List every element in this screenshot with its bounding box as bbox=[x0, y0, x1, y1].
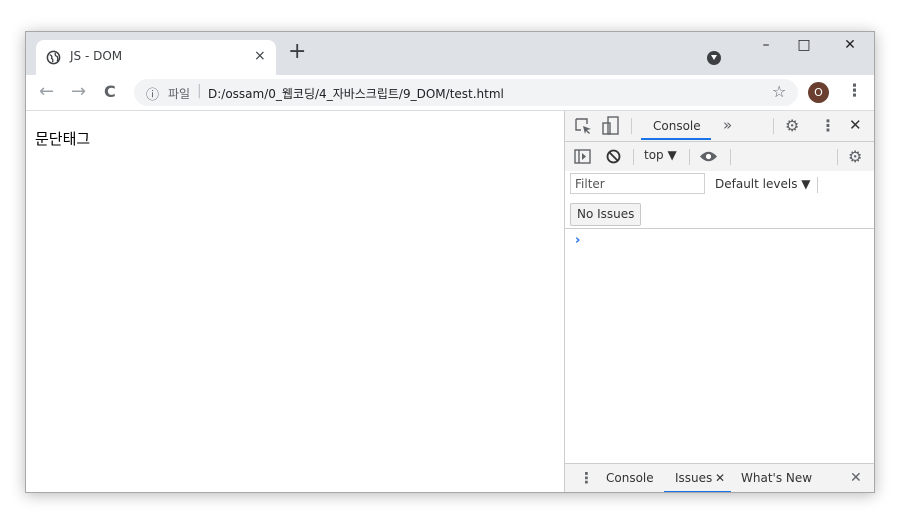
tab-js-dom[interactable]: JS - DOM × bbox=[36, 40, 276, 75]
new-tab-button[interactable]: + bbox=[288, 41, 306, 63]
divider bbox=[633, 149, 634, 165]
minimize-button[interactable]: – bbox=[756, 37, 776, 53]
tab-console[interactable]: Console bbox=[653, 119, 701, 133]
console-prompt-icon: › bbox=[575, 233, 581, 248]
divider bbox=[689, 149, 690, 165]
globe-icon bbox=[46, 50, 61, 65]
clear-console-icon[interactable] bbox=[606, 149, 621, 164]
divider bbox=[631, 118, 632, 134]
console-output[interactable]: › bbox=[565, 228, 874, 464]
no-issues-button[interactable]: No Issues bbox=[570, 203, 642, 226]
bookmark-star-icon[interactable]: ☆ bbox=[772, 82, 786, 101]
devtools-menu-icon[interactable]: ⋮ bbox=[820, 116, 836, 135]
reload-button[interactable]: C bbox=[104, 82, 116, 101]
inspect-icon[interactable] bbox=[575, 118, 592, 135]
scheme-separator: | bbox=[197, 83, 202, 99]
drawer-tab-issues-close-icon[interactable]: ✕ bbox=[715, 471, 725, 485]
divider bbox=[773, 118, 774, 134]
tab-strip: JS - DOM × + – □ ✕ bbox=[26, 32, 874, 75]
browser-window: JS - DOM × + – □ ✕ ← → C ⓘ 파일 | D:/ossam… bbox=[25, 31, 875, 493]
log-levels-dropdown[interactable]: Default levels ▼ bbox=[715, 177, 811, 191]
console-toolbar: top ▼ ⚙ bbox=[565, 142, 874, 171]
console-settings-gear-icon[interactable]: ⚙ bbox=[848, 147, 862, 166]
filter-input[interactable]: Filter bbox=[570, 173, 705, 194]
active-drawer-tab-indicator bbox=[664, 491, 731, 492]
close-drawer-icon[interactable]: ✕ bbox=[850, 470, 862, 486]
drawer-tab-whats-new[interactable]: What's New bbox=[741, 471, 812, 485]
devtools-drawer: ⋮ Console Issues ✕ What's New ✕ bbox=[565, 463, 874, 492]
context-selector[interactable]: top ▼ bbox=[644, 148, 677, 162]
page-viewport: 문단태그 bbox=[26, 111, 564, 492]
drawer-tab-issues[interactable]: Issues bbox=[675, 471, 712, 485]
address-bar[interactable]: ⓘ 파일 | D:/ossam/0_웹코딩/4_자바스크립트/9_DOM/tes… bbox=[134, 79, 798, 106]
browser-toolbar: ← → C ⓘ 파일 | D:/ossam/0_웹코딩/4_자바스크립트/9_D… bbox=[26, 75, 874, 111]
active-tab-indicator bbox=[641, 138, 711, 140]
browser-menu-icon[interactable]: ⋮ bbox=[846, 81, 863, 101]
sidebar-icon[interactable] bbox=[574, 149, 591, 164]
tab-search-icon[interactable] bbox=[707, 51, 721, 65]
scheme-label: 파일 bbox=[168, 87, 191, 101]
maximize-button[interactable]: □ bbox=[794, 37, 814, 53]
device-toolbar-icon[interactable] bbox=[602, 116, 620, 135]
close-window-button[interactable]: ✕ bbox=[840, 37, 860, 53]
back-button[interactable]: ← bbox=[39, 81, 54, 102]
url-text[interactable]: D:/ossam/0_웹코딩/4_자바스크립트/9_DOM/test.html bbox=[208, 85, 504, 102]
eye-icon[interactable] bbox=[699, 150, 718, 163]
divider bbox=[730, 149, 731, 165]
tab-close-icon[interactable]: × bbox=[254, 48, 266, 64]
divider bbox=[837, 149, 838, 165]
close-devtools-icon[interactable]: ✕ bbox=[849, 116, 862, 134]
drawer-tab-console[interactable]: Console bbox=[606, 471, 654, 485]
divider bbox=[817, 177, 818, 193]
devtools-tabbar: Console » ⚙ ⋮ ✕ bbox=[565, 111, 874, 142]
more-tabs-icon[interactable]: » bbox=[723, 116, 732, 134]
forward-button[interactable]: → bbox=[71, 81, 86, 102]
site-info-icon[interactable]: ⓘ bbox=[146, 84, 159, 103]
paragraph-text: 문단태그 bbox=[35, 130, 91, 148]
devtools-panel: Console » ⚙ ⋮ ✕ top ▼ ⚙ Filter Default l… bbox=[564, 111, 874, 492]
tab-title: JS - DOM bbox=[70, 49, 123, 63]
drawer-menu-icon[interactable]: ⋮ bbox=[579, 469, 594, 487]
profile-avatar[interactable]: O bbox=[808, 82, 829, 103]
settings-gear-icon[interactable]: ⚙ bbox=[785, 116, 799, 135]
